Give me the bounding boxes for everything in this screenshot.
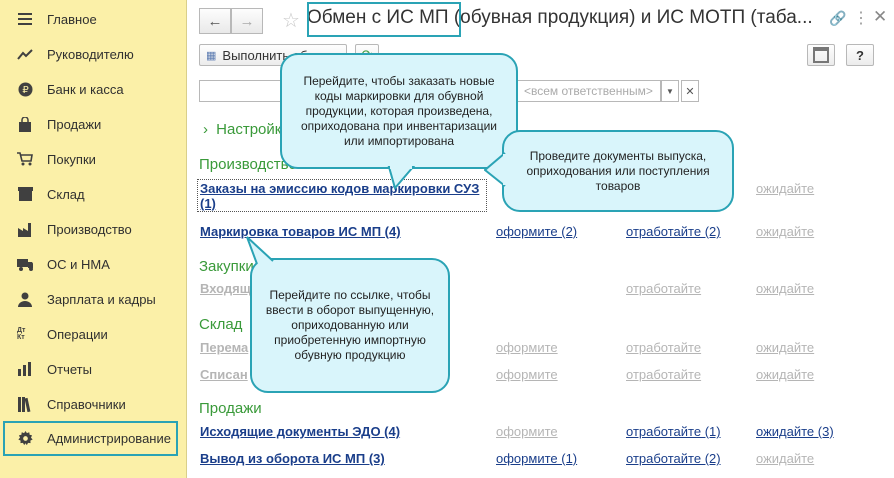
withdraw-wait[interactable]: ожидайте xyxy=(756,451,814,466)
callout-docs: Проведите документы выпуска, оприходован… xyxy=(502,130,734,212)
sidebar-item-label: ОС и НМА xyxy=(47,256,110,272)
sidebar-item-label: Производство xyxy=(47,221,132,237)
more-icon[interactable]: ⋮ xyxy=(853,8,869,28)
ruble-icon: ₽ xyxy=(17,81,33,97)
exchange-icon: ▦ xyxy=(206,49,217,62)
orders-count[interactable]: (1) xyxy=(200,196,216,211)
arrow-right-icon: → xyxy=(239,12,255,30)
responsible-field[interactable]: <всем ответственным> xyxy=(517,80,661,102)
sidebar-item-label: Администрирование xyxy=(47,431,171,446)
sidebar: Главное Руководителю ₽ Банк и касса Прод… xyxy=(0,0,187,478)
sidebar-item-salary[interactable]: Зарплата и кадры xyxy=(0,282,186,316)
sidebar-item-admin[interactable]: Администрирование xyxy=(3,421,178,456)
dropdown-button[interactable]: ▼ xyxy=(661,80,679,102)
sidebar-item-label: Зарплата и кадры xyxy=(47,291,156,307)
settings-label: Настройки xyxy=(216,121,290,138)
incoming-link[interactable]: Входящ xyxy=(200,281,251,296)
callout-order-codes: Перейдите, чтобы заказать новые коды мар… xyxy=(280,53,518,169)
star-icon[interactable]: ☆ xyxy=(282,8,300,33)
orders-wait[interactable]: ожидайте xyxy=(756,181,814,196)
callout-pointer xyxy=(246,236,274,265)
window-icon xyxy=(813,47,829,63)
edo-do[interactable]: оформите xyxy=(496,424,558,439)
sidebar-item-label: Банк и касса xyxy=(47,81,124,97)
withdraw-link[interactable]: Вывод из оборота ИС МП (3) xyxy=(200,451,385,466)
edo-work[interactable]: отработайте (1) xyxy=(626,424,721,439)
sidebar-item-reports[interactable]: Отчеты xyxy=(0,352,186,386)
move-wait[interactable]: ожидайте xyxy=(756,340,814,355)
back-button[interactable]: ← xyxy=(199,8,231,34)
callout-pointer xyxy=(387,166,416,190)
sidebar-item-director[interactable]: Руководителю xyxy=(0,37,186,71)
incoming-wait[interactable]: ожидайте xyxy=(756,281,814,296)
close-icon[interactable]: ✕ xyxy=(873,7,887,27)
bag-icon xyxy=(17,116,33,132)
marking-do[interactable]: оформите (2) xyxy=(496,224,577,239)
forward-button[interactable]: → xyxy=(231,8,263,34)
cart-icon xyxy=(17,151,33,167)
section-sales: Продажи xyxy=(199,400,262,417)
arrow-left-icon: ← xyxy=(207,12,223,30)
writeoff-link[interactable]: Списан xyxy=(200,367,248,382)
sidebar-item-label: Главное xyxy=(47,11,97,27)
responsible-placeholder: <всем ответственным> xyxy=(524,84,653,98)
callout-pointer xyxy=(484,152,506,187)
box-icon xyxy=(17,186,33,202)
marking-wait[interactable]: ожидайте xyxy=(756,224,814,239)
edo-link[interactable]: Исходящие документы ЭДО (4) xyxy=(200,424,400,439)
edo-wait[interactable]: ожидайте (3) xyxy=(756,424,834,439)
close-icon: ✕ xyxy=(685,85,695,98)
section-warehouse: Склад xyxy=(199,316,243,333)
main-content: ← → ☆ Обмен с ИС МП (обувная продукция) … xyxy=(187,0,894,478)
sidebar-item-label: Склад xyxy=(47,186,85,202)
settings-toggle[interactable]: › Настройки xyxy=(203,121,290,138)
truck-icon xyxy=(17,256,33,272)
factory-icon xyxy=(17,221,33,237)
orders-link[interactable]: Заказы на эмиссию кодов маркировки СУЗ xyxy=(200,181,479,196)
marking-link[interactable]: Маркировка товаров ИС МП (4) xyxy=(200,224,401,239)
book-icon xyxy=(17,396,33,412)
sidebar-item-warehouse[interactable]: Склад xyxy=(0,177,186,211)
sidebar-item-label: Покупки xyxy=(47,151,96,167)
callout-introduce: Перейдите по ссылке, чтобы ввести в обор… xyxy=(250,258,450,393)
sidebar-item-bank[interactable]: ₽ Банк и касса xyxy=(0,72,186,106)
trend-icon xyxy=(17,46,33,62)
chevron-right-icon: › xyxy=(203,121,208,138)
sidebar-item-main[interactable]: Главное xyxy=(0,2,186,36)
move-link[interactable]: Перема xyxy=(200,340,248,355)
withdraw-work[interactable]: отработайте (2) xyxy=(626,451,721,466)
sidebar-item-assets[interactable]: ОС и НМА xyxy=(0,247,186,281)
gear-icon xyxy=(17,431,33,447)
sidebar-item-label: Отчеты xyxy=(47,361,92,377)
help-button[interactable]: ? xyxy=(846,44,874,66)
incoming-work[interactable]: отработайте xyxy=(626,281,701,296)
sidebar-item-sales[interactable]: Продажи xyxy=(0,107,186,141)
chart-icon xyxy=(17,361,33,377)
writeoff-wait[interactable]: ожидайте xyxy=(756,367,814,382)
svg-text:₽: ₽ xyxy=(22,85,29,96)
sidebar-item-production[interactable]: Производство xyxy=(0,212,186,246)
dt-kt-icon: Дт Кт xyxy=(17,327,26,341)
menu-icon xyxy=(17,11,33,27)
settings-window-button[interactable] xyxy=(807,44,835,66)
person-icon xyxy=(17,291,33,307)
marking-work[interactable]: отработайте (2) xyxy=(626,224,721,239)
withdraw-do[interactable]: оформите (1) xyxy=(496,451,577,466)
sidebar-item-label: Продажи xyxy=(47,116,102,132)
sidebar-item-label: Операции xyxy=(47,326,108,342)
sidebar-item-label: Руководителю xyxy=(47,46,134,62)
clear-button[interactable]: ✕ xyxy=(681,80,699,102)
sidebar-item-purchases[interactable]: Покупки xyxy=(0,142,186,176)
sidebar-item-label: Справочники xyxy=(47,396,126,412)
title-highlight xyxy=(307,2,461,37)
chevron-down-icon: ▼ xyxy=(666,86,674,96)
move-work[interactable]: отработайте xyxy=(626,340,701,355)
link-icon[interactable]: 🔗 xyxy=(829,10,846,27)
move-do[interactable]: оформите xyxy=(496,340,558,355)
writeoff-work[interactable]: отработайте xyxy=(626,367,701,382)
writeoff-do[interactable]: оформите xyxy=(496,367,558,382)
sidebar-item-catalogs[interactable]: Справочники xyxy=(0,387,186,421)
sidebar-item-operations[interactable]: Дт Кт Операции xyxy=(0,317,186,351)
